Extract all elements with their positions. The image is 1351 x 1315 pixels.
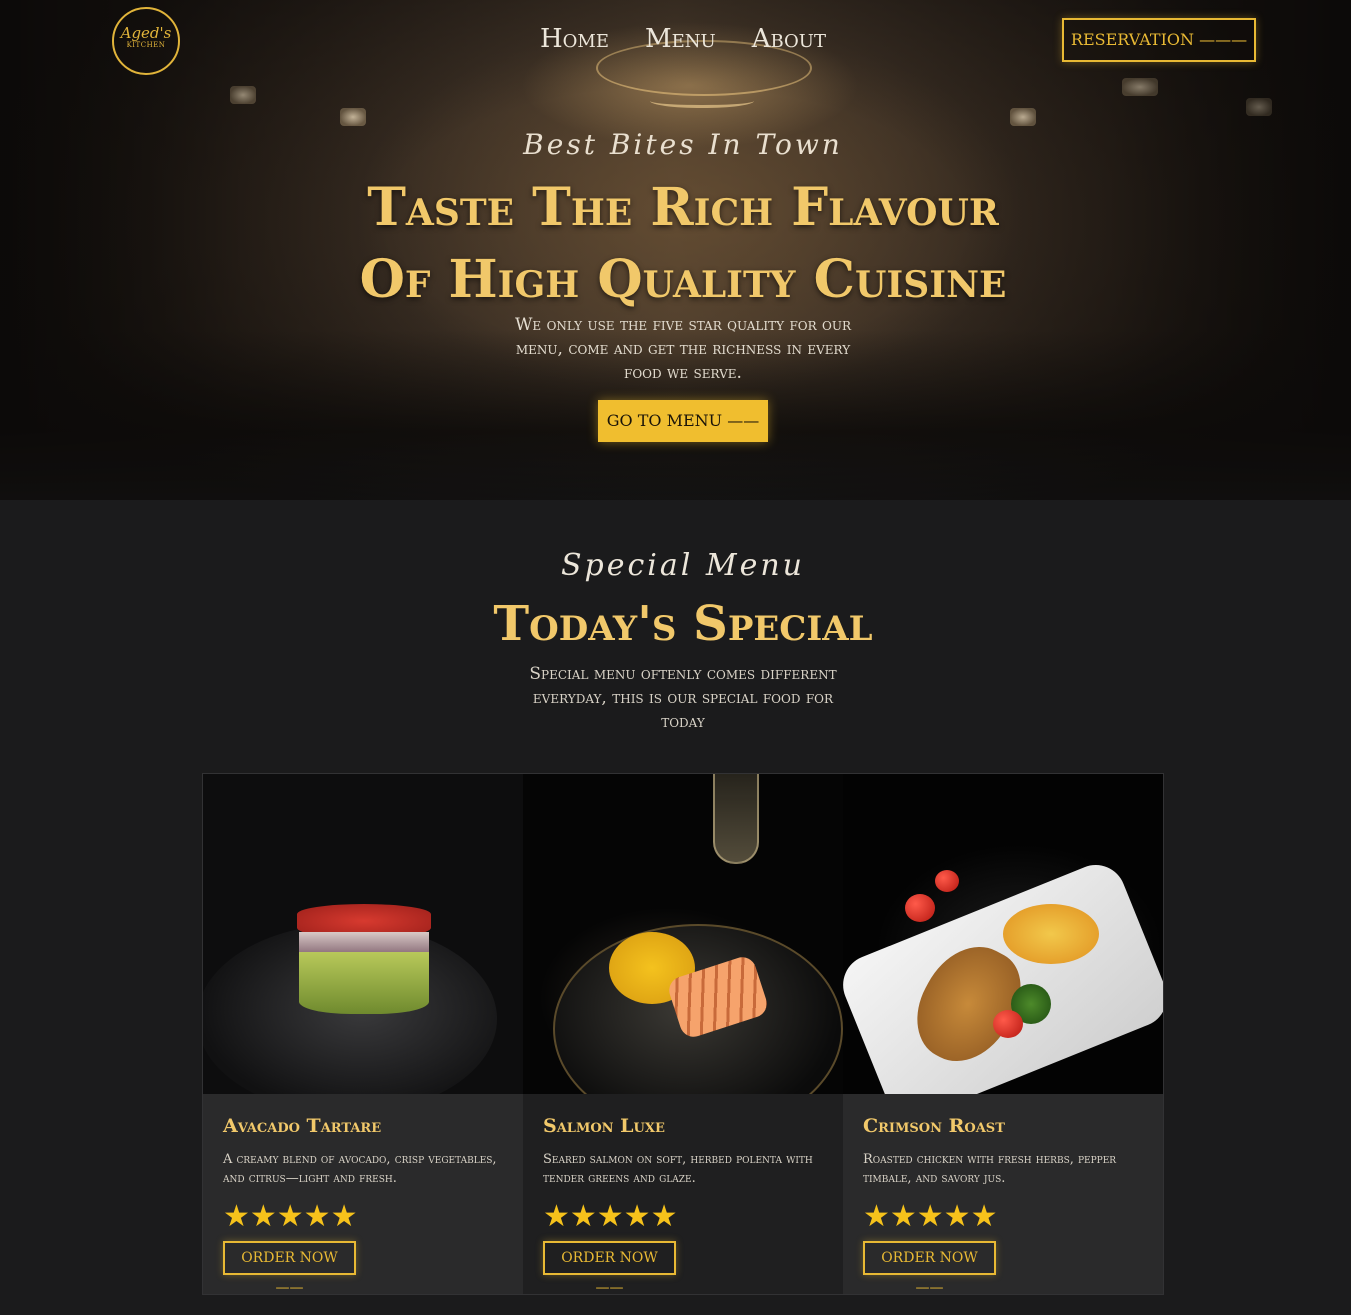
- hero-title: Taste The Rich Flavour Of High Quality C…: [0, 172, 1351, 316]
- card-body: Salmon Luxe Seared salmon on soft, herbe…: [523, 1094, 843, 1296]
- hero-title-line-1: Taste The Rich Flavour: [367, 177, 999, 238]
- special-eyebrow: Special Menu: [560, 548, 806, 583]
- star-rating-icons: ★★★★★: [223, 1199, 358, 1234]
- order-now-button[interactable]: ORDER NOW ——: [223, 1241, 356, 1296]
- card-body: Avacado Tartare A creamy blend of avocad…: [203, 1094, 523, 1296]
- star-rating-icons: ★★★★★: [543, 1199, 678, 1234]
- hero-title-line-2: Of High Quality Cuisine: [359, 249, 1007, 310]
- nav-menu-link[interactable]: Menu: [627, 22, 734, 56]
- salmon-plate-photo: [523, 774, 843, 1094]
- card-description: Seared salmon on soft, herbed polenta wi…: [543, 1152, 813, 1186]
- avocado-tartare-photo: [203, 774, 523, 1094]
- hero-section: Aged's KITCHEN Home Menu About RESERVATI…: [0, 0, 1351, 500]
- star-rating: ★★★★★: [223, 1200, 503, 1234]
- cherry-tomato: [935, 870, 959, 892]
- go-to-menu-button[interactable]: GO TO MENU ——: [598, 400, 768, 442]
- roast-chicken-photo: [843, 774, 1163, 1094]
- card-description: Roasted chicken with fresh herbs, pepper…: [863, 1152, 1117, 1186]
- logo-script: Aged's: [120, 24, 172, 42]
- cherry-tomato: [993, 1010, 1023, 1038]
- tartare-avocado-layer: [299, 952, 429, 1014]
- menu-card: Crimson Roast Roasted chicken with fresh…: [843, 774, 1163, 1296]
- menu-card: Avacado Tartare A creamy blend of avocad…: [203, 774, 523, 1296]
- tartare-onion-layer: [299, 932, 429, 954]
- card-title: Salmon Luxe: [543, 1115, 665, 1137]
- wine-glass: [713, 774, 759, 864]
- order-now-button[interactable]: ORDER NOW ——: [543, 1241, 676, 1296]
- card-description: A creamy blend of avocado, crisp vegetab…: [223, 1152, 497, 1186]
- main-nav: Home Menu About: [540, 22, 844, 56]
- special-menu-cards: Avacado Tartare A creamy blend of avocad…: [202, 773, 1164, 1296]
- star-rating-icons: ★★★★★: [863, 1199, 998, 1234]
- menu-card: Salmon Luxe Seared salmon on soft, herbe…: [523, 774, 843, 1296]
- card-title: Avacado Tartare: [223, 1115, 382, 1137]
- hero-eyebrow: Best Bites In Town: [523, 128, 843, 161]
- order-now-button[interactable]: ORDER NOW ——: [863, 1241, 996, 1296]
- special-title: Today's Special: [493, 596, 873, 652]
- logo-subtitle: KITCHEN: [126, 41, 166, 49]
- star-rating: ★★★★★: [543, 1200, 823, 1234]
- pepper-timbale: [1003, 904, 1099, 964]
- star-rating: ★★★★★: [863, 1200, 1143, 1234]
- nav-home-link[interactable]: Home: [540, 22, 627, 56]
- reservation-button[interactable]: RESERVATION ———: [1062, 18, 1256, 62]
- nav-about-link[interactable]: About: [734, 22, 844, 56]
- card-title: Crimson Roast: [863, 1115, 1005, 1137]
- tartare-stack: [297, 904, 431, 1014]
- card-body: Crimson Roast Roasted chicken with fresh…: [843, 1094, 1163, 1296]
- hero-description: We only use the five star quality for ou…: [514, 315, 852, 383]
- cherry-tomato: [905, 894, 935, 922]
- special-description: Special menu oftenly comes different eve…: [529, 664, 837, 732]
- brand-logo[interactable]: Aged's KITCHEN: [112, 7, 180, 75]
